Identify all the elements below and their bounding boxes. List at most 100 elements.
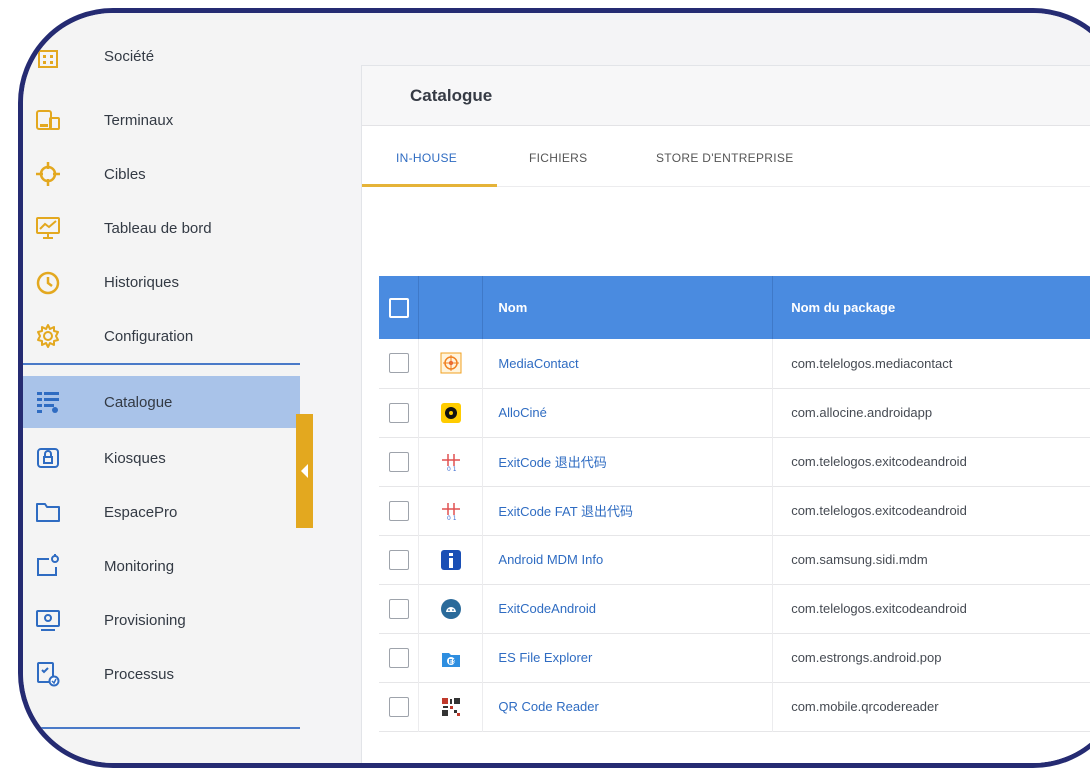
- sidebar-collapse-handle[interactable]: [296, 414, 313, 528]
- package-name: com.telelogos.exitcodeandroid: [791, 454, 967, 469]
- building-icon: [34, 42, 62, 70]
- app-name-link[interactable]: ExitCode 退出代码: [498, 455, 606, 470]
- sidebar-item-monitoring[interactable]: Monitoring: [23, 540, 300, 592]
- main-content: Catalogue IN-HOUSE FICHIERS STORE D'ENTR…: [313, 13, 1090, 763]
- sidebar-item-label: Monitoring: [104, 557, 175, 575]
- row-checkbox[interactable]: [388, 451, 409, 472]
- exitcode-icon: 0 1: [440, 451, 462, 473]
- sidebar-item-label: Terminaux: [104, 111, 174, 129]
- chevron-left-icon: [301, 464, 308, 478]
- allocine-icon: [440, 402, 462, 424]
- sidebar-item-kiosques[interactable]: Kiosques: [23, 432, 300, 484]
- table-row[interactable]: 0 1 ExitCode 退出代码 com.telelogos.exitcode…: [379, 437, 1090, 486]
- sidebar-item-label: Tableau de bord: [104, 219, 212, 237]
- sidebar-item-label: Cibles: [104, 165, 146, 183]
- app-name-link[interactable]: QR Code Reader: [498, 699, 598, 714]
- sidebar-item-terminaux[interactable]: Terminaux: [23, 94, 300, 146]
- gear-icon: [34, 322, 62, 350]
- sidebar-item-label: Catalogue: [104, 393, 173, 411]
- dashboard-icon: [34, 214, 62, 242]
- svg-text:0 1: 0 1: [447, 515, 457, 522]
- qr-code-icon: [440, 696, 462, 718]
- sidebar-item-label: Historiques: [104, 273, 180, 291]
- rounded-frame: Société Terminaux Cibles Tableau de bord: [18, 8, 1090, 768]
- sidebar-item-label: Kiosques: [104, 449, 166, 467]
- sidebar: Société Terminaux Cibles Tableau de bord: [23, 13, 300, 763]
- table-row[interactable]: QR Code Reader com.mobile.qrcodereader: [379, 682, 1090, 731]
- package-name: com.telelogos.mediacontact: [791, 355, 953, 371]
- table-row[interactable]: ExitCodeAndroid com.telelogos.exitcodean…: [379, 584, 1090, 633]
- apps-table: Nom Nom du package MediaContact com.tele…: [379, 276, 1090, 732]
- app-name-link[interactable]: ExitCodeAndroid: [498, 601, 596, 616]
- sidebar-item-label: Configuration: [104, 327, 194, 345]
- table-row[interactable]: MediaContact com.telelogos.mediacontact: [379, 339, 1090, 388]
- package-name: com.telelogos.exitcodeandroid: [791, 601, 967, 616]
- tab-bar: IN-HOUSE FICHIERS STORE D'ENTREPRISE: [362, 127, 1090, 187]
- active-tab-indicator: [362, 184, 497, 187]
- row-checkbox[interactable]: [388, 696, 409, 717]
- row-checkbox[interactable]: [388, 500, 409, 521]
- folder-icon: [34, 498, 62, 526]
- package-name: com.allocine.androidapp: [791, 405, 933, 420]
- tab-store-entreprise[interactable]: STORE D'ENTREPRISE: [656, 151, 794, 165]
- catalog-card: Catalogue IN-HOUSE FICHIERS STORE D'ENTR…: [361, 65, 1090, 763]
- process-icon: [34, 660, 62, 688]
- sidebar-item-label: Société: [104, 47, 155, 65]
- sidebar-item-label: Processus: [104, 665, 175, 683]
- table-row[interactable]: Android MDM Info com.samsung.sidi.mdm: [379, 535, 1090, 584]
- package-name: com.samsung.sidi.mdm: [791, 552, 928, 567]
- app-name-link[interactable]: MediaContact: [498, 356, 578, 371]
- crosshair-icon: [34, 160, 62, 188]
- package-name: com.mobile.qrcodereader: [791, 699, 939, 714]
- row-checkbox[interactable]: [388, 402, 409, 423]
- devices-icon: [34, 106, 62, 134]
- sidebar-item-processus[interactable]: Processus: [23, 648, 300, 700]
- sidebar-item-label: Provisioning: [104, 611, 186, 629]
- sidebar-item-historiques[interactable]: Historiques: [23, 256, 300, 308]
- sidebar-divider: [23, 363, 300, 365]
- column-header-name[interactable]: Nom: [482, 276, 774, 339]
- tab-in-house[interactable]: IN-HOUSE: [396, 151, 457, 165]
- sidebar-item-label: EspacePro: [104, 503, 178, 521]
- tab-fichiers[interactable]: FICHIERS: [529, 151, 587, 165]
- monitoring-icon: [34, 552, 62, 580]
- row-checkbox[interactable]: [388, 598, 409, 619]
- row-checkbox[interactable]: [388, 647, 409, 668]
- info-icon: [440, 549, 462, 571]
- mediacontact-icon: [440, 352, 462, 374]
- provisioning-icon: [34, 606, 62, 634]
- sidebar-item-espacepro[interactable]: EspacePro: [23, 486, 300, 538]
- app-name-link[interactable]: ES File Explorer: [498, 650, 592, 665]
- sidebar-item-catalogue[interactable]: Catalogue: [23, 376, 300, 428]
- app-name-link[interactable]: ExitCode FAT 退出代码: [498, 504, 633, 519]
- package-name: com.estrongs.android.pop: [791, 650, 942, 665]
- select-all-checkbox[interactable]: [388, 297, 409, 318]
- table-header-row: Nom Nom du package: [379, 276, 1090, 339]
- table-row[interactable]: 0 1 ExitCode FAT 退出代码 com.telelogos.exit…: [379, 486, 1090, 535]
- header-icon-cell: [418, 276, 484, 339]
- sidebar-item-provisioning[interactable]: Provisioning: [23, 594, 300, 646]
- app-name-link[interactable]: Android MDM Info: [498, 552, 603, 567]
- table-row[interactable]: AlloCiné com.allocine.androidapp: [379, 388, 1090, 437]
- sidebar-divider: [23, 727, 300, 729]
- row-checkbox[interactable]: [388, 549, 409, 570]
- table-row[interactable]: ES ES File Explorer com.estrongs.android…: [379, 633, 1090, 682]
- android-icon: [440, 598, 462, 620]
- exitcode-icon: 0 1: [440, 500, 462, 522]
- clock-icon: [34, 268, 62, 296]
- card-header: Catalogue: [362, 66, 1090, 126]
- app-name-link[interactable]: AlloCiné: [498, 405, 546, 420]
- column-header-package[interactable]: Nom du package: [772, 276, 1090, 339]
- sidebar-item-societe[interactable]: Société: [23, 30, 300, 82]
- package-name: com.telelogos.exitcodeandroid: [791, 503, 967, 518]
- sidebar-item-tableau-de-bord[interactable]: Tableau de bord: [23, 202, 300, 254]
- catalog-list-icon: [34, 388, 62, 416]
- row-checkbox[interactable]: [388, 353, 409, 374]
- sidebar-item-configuration[interactable]: Configuration: [23, 310, 300, 362]
- es-file-explorer-icon: ES: [440, 647, 462, 669]
- header-checkbox-cell: [379, 276, 420, 339]
- page-title: Catalogue: [410, 86, 493, 105]
- kiosk-lock-icon: [34, 444, 62, 472]
- svg-text:0 1: 0 1: [447, 466, 457, 473]
- sidebar-item-cibles[interactable]: Cibles: [23, 148, 300, 200]
